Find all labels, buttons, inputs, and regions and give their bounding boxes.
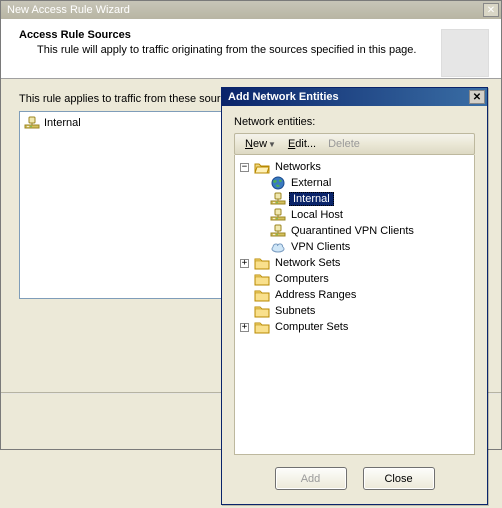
net-localhost-icon <box>270 207 286 223</box>
toolbar-delete[interactable]: Delete <box>324 137 364 151</box>
entities-button-row: Add Close <box>234 455 475 494</box>
tree-node-localhost[interactable]: Local Host <box>255 207 472 223</box>
folder-icon <box>254 255 270 271</box>
wizard-close-button[interactable]: ✕ <box>483 3 499 17</box>
wizard-header-desc: This rule will apply to traffic originat… <box>37 44 489 56</box>
tree-node-vpn[interactable]: VPN Clients <box>255 239 472 255</box>
entities-tree[interactable]: − Networks External <box>234 155 475 455</box>
wizard-title: New Access Rule Wizard <box>7 4 130 16</box>
entities-body: Network entities: New▼ Edit... Delete − … <box>222 106 487 504</box>
toolbar-new-rest: ew <box>253 138 267 150</box>
close-icon: ✕ <box>473 92 481 103</box>
tree-label: Network Sets <box>273 257 342 269</box>
tree-label: Local Host <box>289 209 345 221</box>
wizard-banner-image <box>441 29 489 77</box>
tree-label: Subnets <box>273 305 317 317</box>
cloud-icon <box>270 239 286 255</box>
chevron-down-icon: ▼ <box>268 140 276 149</box>
tree-label: Internal <box>289 192 334 206</box>
expand-icon[interactable]: + <box>240 323 249 332</box>
net-qvpn-icon <box>270 223 286 239</box>
globe-icon <box>270 175 286 191</box>
wizard-header-title: Access Rule Sources <box>19 29 489 41</box>
folder-open-icon <box>254 159 270 175</box>
tree-label: Computer Sets <box>273 321 350 333</box>
tree-node-computers[interactable]: Computers <box>239 271 472 287</box>
add-button[interactable]: Add <box>275 467 347 490</box>
toolbar-edit-rest: dit... <box>295 138 316 150</box>
source-item-label: Internal <box>44 117 81 129</box>
tree-node-subnets[interactable]: Subnets <box>239 303 472 319</box>
toolbar-new-mnemonic: N <box>245 138 253 150</box>
tree-node-qvpn[interactable]: Quarantined VPN Clients <box>255 223 472 239</box>
folder-icon <box>254 271 270 287</box>
tree-node-address-ranges[interactable]: Address Ranges <box>239 287 472 303</box>
tree-node-internal[interactable]: Internal <box>255 191 472 207</box>
entities-label: Network entities: <box>234 116 475 128</box>
tree-label: VPN Clients <box>289 241 352 253</box>
close-button[interactable]: Close <box>363 467 435 490</box>
tree-label: Computers <box>273 273 331 285</box>
tree-node-external[interactable]: External <box>255 175 472 191</box>
toolbar-new[interactable]: New▼ <box>241 137 280 151</box>
close-icon: ✕ <box>487 5 495 16</box>
wizard-header: Access Rule Sources This rule will apply… <box>1 19 501 79</box>
net-internal-icon <box>270 191 286 207</box>
folder-icon <box>254 303 270 319</box>
tree-node-computer-sets[interactable]: + Computer Sets <box>239 319 472 335</box>
entities-toolbar: New▼ Edit... Delete <box>234 133 475 155</box>
tree-node-network-sets[interactable]: + Network Sets <box>239 255 472 271</box>
tree-label: External <box>289 177 333 189</box>
folder-icon <box>254 319 270 335</box>
tree-label: Quarantined VPN Clients <box>289 225 416 237</box>
tree-label: Address Ranges <box>273 289 358 301</box>
wizard-titlebar: New Access Rule Wizard ✕ <box>1 1 501 19</box>
tree-node-networks[interactable]: − Networks External <box>239 159 472 255</box>
expand-icon[interactable]: + <box>240 259 249 268</box>
entities-titlebar: Add Network Entities ✕ <box>222 88 487 106</box>
entities-title: Add Network Entities <box>228 91 339 103</box>
folder-icon <box>254 287 270 303</box>
toolbar-edit[interactable]: Edit... <box>284 137 320 151</box>
tree-label: Networks <box>273 161 323 173</box>
entities-dialog: Add Network Entities ✕ Network entities:… <box>221 87 488 505</box>
net-internal-icon <box>24 115 40 131</box>
collapse-icon[interactable]: − <box>240 163 249 172</box>
entities-close-button[interactable]: ✕ <box>469 90 485 104</box>
